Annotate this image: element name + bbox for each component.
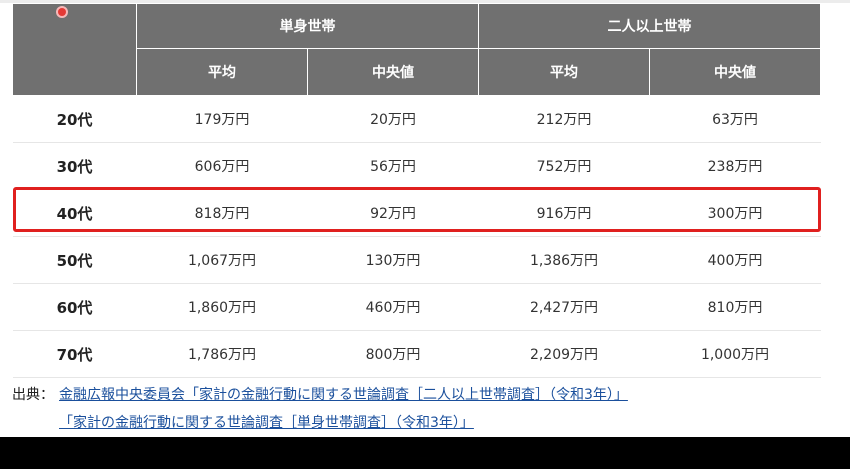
- source-line-2: 「家計の金融行動に関する世論調査［単身世帯調査］（令和3年）」: [12, 409, 628, 437]
- single-median-cell: 130万円: [307, 236, 479, 284]
- table-row-60s: 60代 1,860万円 460万円 2,427万円 810万円: [12, 283, 821, 331]
- table-row-50s: 50代 1,067万円 130万円 1,386万円 400万円: [12, 236, 821, 284]
- multi-average-cell: 212万円: [478, 95, 650, 143]
- table-row-30s: 30代 606万円 56万円 752万円 238万円: [12, 142, 821, 190]
- single-average-cell: 1,786万円: [136, 330, 308, 378]
- single-average-cell: 1,860万円: [136, 283, 308, 331]
- highlight-box-40s: [13, 187, 821, 232]
- group-header-row: 単身世帯 二人以上世帯: [12, 3, 821, 96]
- cursor-dot-icon: [58, 8, 66, 16]
- multi-household-header: 二人以上世帯: [478, 3, 821, 49]
- source-label: 出典：: [12, 387, 54, 403]
- single-median-cell: 56万円: [307, 142, 479, 190]
- single-median-cell: 20万円: [307, 95, 479, 143]
- age-cell: 50代: [12, 236, 137, 284]
- single-median-header: 中央値: [307, 48, 479, 96]
- multi-median-cell: 810万円: [649, 283, 821, 331]
- bottom-black-bar: [0, 437, 850, 469]
- table-row-20s: 20代 179万円 20万円 212万円 63万円: [12, 95, 821, 143]
- age-cell: 70代: [12, 330, 137, 378]
- single-average-header: 平均: [136, 48, 308, 96]
- age-cell: 20代: [12, 95, 137, 143]
- source-link-single-household[interactable]: 「家計の金融行動に関する世論調査［単身世帯調査］（令和3年）」: [59, 415, 474, 431]
- multi-median-cell: 1,000万円: [649, 330, 821, 378]
- multi-median-cell: 63万円: [649, 95, 821, 143]
- multi-median-cell: 400万円: [649, 236, 821, 284]
- age-cell: 60代: [12, 283, 137, 331]
- multi-median-header: 中央値: [649, 48, 821, 96]
- table-row-70s: 70代 1,786万円 800万円 2,209万円 1,000万円: [12, 330, 821, 378]
- multi-average-cell: 2,209万円: [478, 330, 650, 378]
- single-household-header: 単身世帯: [136, 3, 479, 49]
- source-link-multi-household[interactable]: 金融広報中央委員会「家計の金融行動に関する世論調査［二人以上世帯調査］（令和3年…: [59, 387, 628, 403]
- source-citation: 出典： 金融広報中央委員会「家計の金融行動に関する世論調査［二人以上世帯調査］（令…: [12, 381, 628, 437]
- single-average-cell: 606万円: [136, 142, 308, 190]
- single-median-cell: 800万円: [307, 330, 479, 378]
- multi-average-cell: 752万円: [478, 142, 650, 190]
- source-line-1: 出典： 金融広報中央委員会「家計の金融行動に関する世論調査［二人以上世帯調査］（令…: [12, 381, 628, 409]
- single-median-cell: 460万円: [307, 283, 479, 331]
- multi-average-header: 平均: [478, 48, 650, 96]
- single-average-cell: 1,067万円: [136, 236, 308, 284]
- multi-average-cell: 2,427万円: [478, 283, 650, 331]
- corner-header-cell: [12, 3, 137, 96]
- age-cell: 30代: [12, 142, 137, 190]
- single-average-cell: 179万円: [136, 95, 308, 143]
- multi-median-cell: 238万円: [649, 142, 821, 190]
- multi-average-cell: 1,386万円: [478, 236, 650, 284]
